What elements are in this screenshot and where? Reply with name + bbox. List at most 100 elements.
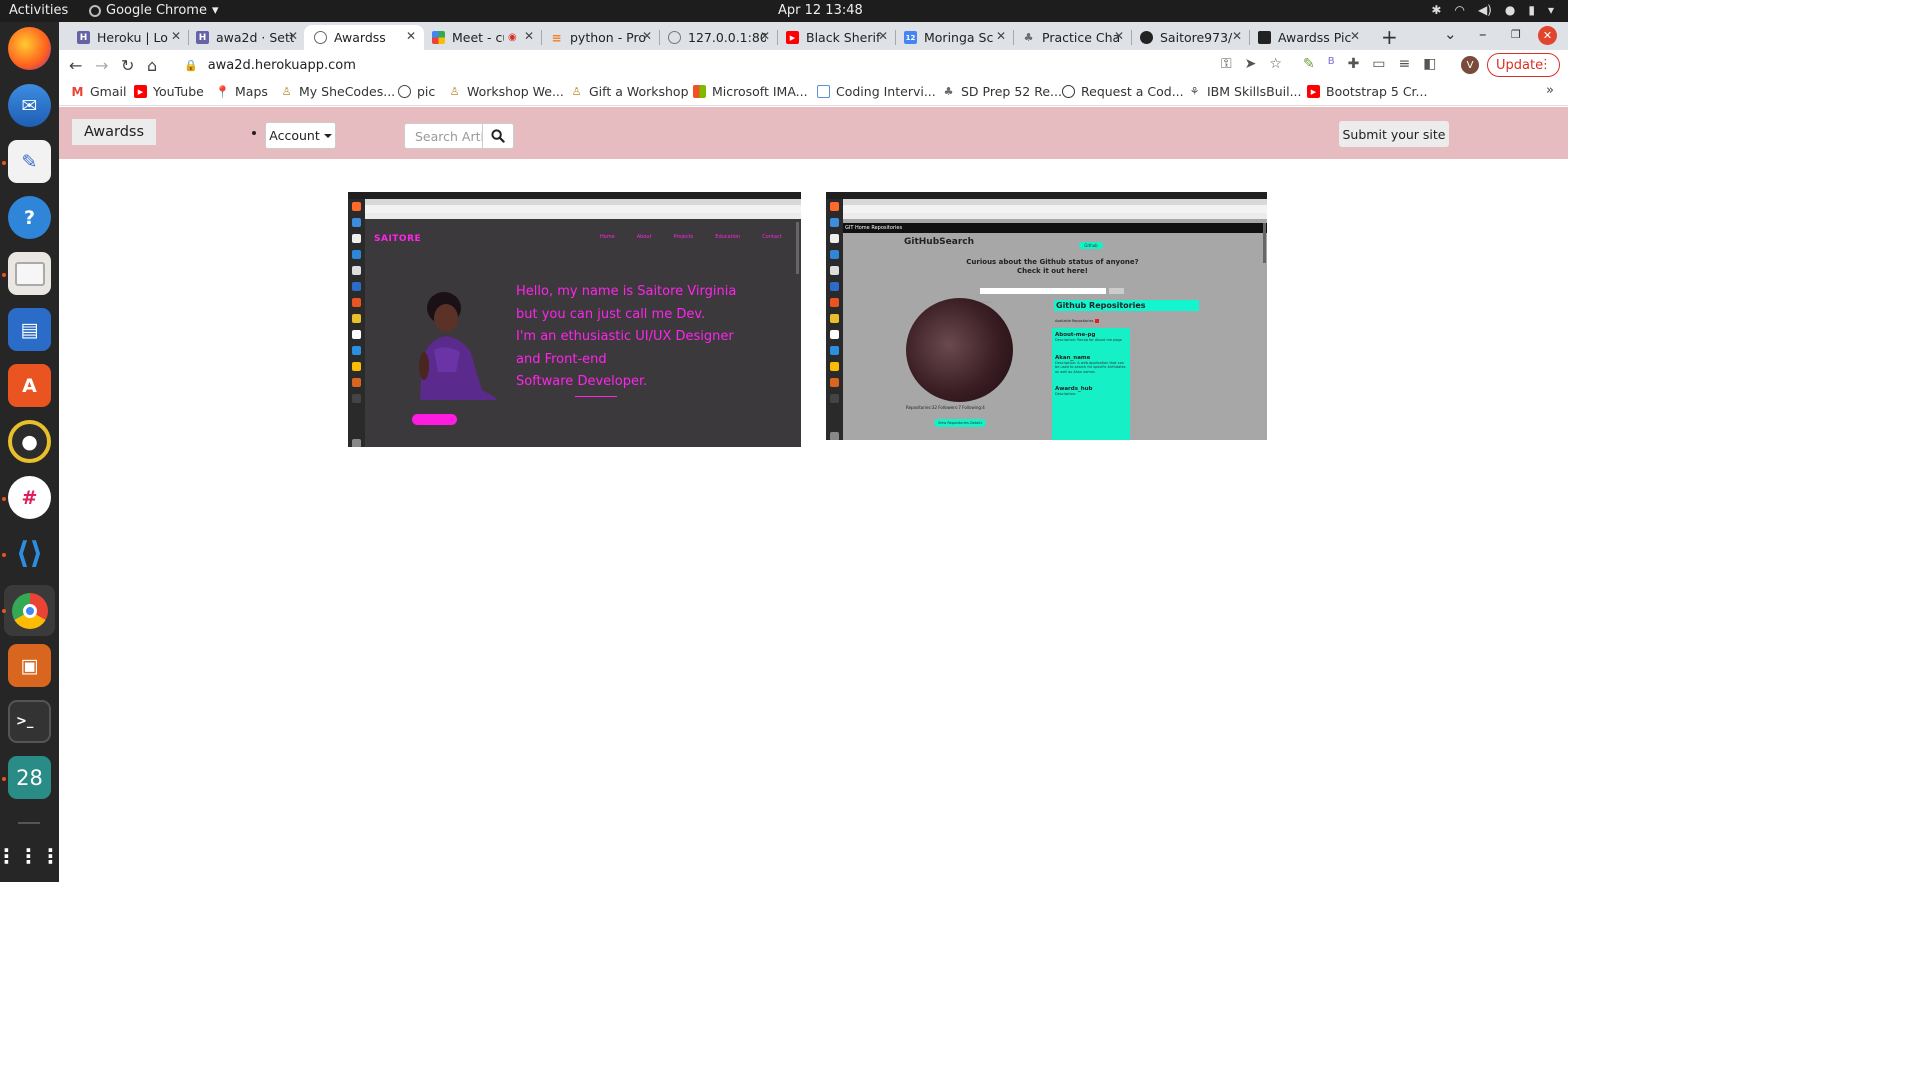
- terminal-icon[interactable]: >_: [8, 700, 51, 743]
- globe-icon: [314, 31, 327, 44]
- tab-awa2d-settings[interactable]: H awa2d · Sett ✕: [186, 25, 306, 50]
- close-icon[interactable]: ✕: [1232, 29, 1242, 43]
- thunderbird-icon[interactable]: ✉: [8, 84, 51, 127]
- tab-title: Black Sherif: [806, 30, 881, 45]
- tab-github[interactable]: Saitore973/ ✕: [1130, 25, 1250, 50]
- back-icon[interactable]: ←: [69, 56, 82, 75]
- close-icon[interactable]: ✕: [171, 29, 181, 43]
- app-center-icon[interactable]: A: [8, 364, 51, 407]
- star-icon[interactable]: ☆: [1269, 56, 1282, 72]
- tab-practice[interactable]: ♣ Practice Cha ✕: [1012, 25, 1132, 50]
- githubsearch-tagline: Curious about the Github status of anyon…: [966, 258, 1139, 276]
- close-icon[interactable]: ✕: [406, 29, 416, 43]
- send-icon[interactable]: ➤: [1245, 56, 1257, 72]
- tab-awardss-pic[interactable]: Awardss Pic ✕: [1248, 25, 1368, 50]
- app-menu[interactable]: Google Chrome ▾: [89, 3, 219, 18]
- thumb-top-bar: [348, 192, 801, 199]
- search-button[interactable]: [482, 123, 514, 149]
- bookmark-microsoft[interactable]: Microsoft IMA...: [693, 84, 808, 99]
- running-indicator: [2, 553, 6, 557]
- slack-icon[interactable]: #: [8, 476, 51, 519]
- close-icon[interactable]: ✕: [878, 29, 888, 43]
- bookmark-request-code[interactable]: Request a Cod...: [1062, 84, 1184, 99]
- account-dropdown[interactable]: Account: [265, 122, 336, 149]
- submit-site-button[interactable]: Submit your site: [1339, 121, 1449, 147]
- bookmark-youtube[interactable]: ▶ YouTube: [134, 84, 204, 99]
- project-card-githubsearch[interactable]: GIT Home Repositories GitHubSearch Githu…: [826, 192, 1267, 440]
- clock[interactable]: Apr 12 13:48: [778, 3, 863, 18]
- close-icon[interactable]: ✕: [996, 29, 1006, 43]
- chrome-icon: [11, 592, 48, 629]
- tab-awardss[interactable]: Awardss ✕: [304, 25, 424, 50]
- youtube-icon: ▶: [786, 31, 799, 44]
- bookmarks-overflow-icon[interactable]: »: [1546, 83, 1554, 98]
- libreoffice-impress-icon[interactable]: ▣: [8, 644, 51, 687]
- close-window-button[interactable]: ✕: [1538, 26, 1557, 45]
- bookmark-coding-interview[interactable]: Coding Intervi...: [817, 84, 936, 99]
- tab-strip: H Heroku | Lo ✕ H awa2d · Sett ✕ Awardss…: [59, 22, 1568, 50]
- close-icon[interactable]: ✕: [524, 29, 534, 43]
- restore-icon[interactable]: ❐: [1511, 28, 1521, 41]
- bookmark-shecodes[interactable]: ♙ My SheCodes...: [280, 84, 396, 99]
- tab-search-chevron-icon[interactable]: ⌄: [1444, 25, 1457, 43]
- search-input[interactable]: [404, 123, 482, 149]
- reload-icon[interactable]: ↻: [121, 56, 134, 75]
- tab-localhost[interactable]: 127.0.0.1:80 ✕: [658, 25, 778, 50]
- show-apps-icon[interactable]: ⋮⋮⋮: [0, 834, 61, 877]
- bookmark-label: SD Prep 52 Re...: [961, 84, 1062, 99]
- bookmark-ibm[interactable]: ⚘ IBM SkillsBuil...: [1188, 84, 1302, 99]
- portfolio-profile-photo: [419, 292, 496, 400]
- thumb-address-bar: [843, 205, 1267, 213]
- extension-b-icon[interactable]: B: [1328, 56, 1335, 72]
- profile-avatar[interactable]: V: [1461, 56, 1479, 74]
- bookmark-label: Microsoft IMA...: [712, 84, 808, 99]
- project-card-saitore-portfolio[interactable]: SAITORE Home About Projects Education Co…: [348, 192, 801, 447]
- rhythmbox-icon[interactable]: ●: [8, 420, 51, 463]
- close-icon[interactable]: ✕: [760, 29, 770, 43]
- close-icon[interactable]: ✕: [1114, 29, 1124, 43]
- address-bar[interactable]: 🔒 awa2d.herokuapp.com: [176, 52, 1316, 78]
- key-icon[interactable]: ⚿: [1221, 56, 1232, 72]
- libreoffice-writer-icon[interactable]: ▤: [8, 308, 51, 351]
- tab-youtube[interactable]: ▶ Black Sherif ✕: [776, 25, 896, 50]
- bookmark-bootstrap[interactable]: ▶ Bootstrap 5 Cr...: [1307, 84, 1427, 99]
- update-button[interactable]: Update ⋮: [1487, 53, 1560, 77]
- tab-heroku[interactable]: H Heroku | Lo ✕: [67, 25, 189, 50]
- extensions-puzzle-icon[interactable]: ✚: [1348, 56, 1360, 72]
- close-icon[interactable]: ✕: [1350, 29, 1360, 43]
- new-tab-button[interactable]: +: [1381, 25, 1398, 49]
- calendar-icon[interactable]: 28: [8, 756, 51, 799]
- close-icon[interactable]: ✕: [288, 29, 298, 43]
- extension-pen-icon[interactable]: ✎: [1303, 56, 1315, 72]
- tab-moringa[interactable]: 12 Moringa Sc ✕: [894, 25, 1014, 50]
- bookmark-gmail[interactable]: M Gmail: [71, 84, 127, 99]
- portfolio-nav-link: About: [636, 234, 652, 240]
- system-tray[interactable]: ✱ ◠ ◀) ● ▮ ▾: [1431, 3, 1554, 17]
- vscode-icon[interactable]: ⟨⟩: [8, 532, 51, 575]
- help-icon[interactable]: ?: [8, 196, 51, 239]
- bookmark-sd-prep[interactable]: ♣ SD Prep 52 Re...: [942, 84, 1062, 99]
- tab-meet[interactable]: Meet - cu ◉ ✕: [422, 25, 542, 50]
- bookmark-maps[interactable]: 📍 Maps: [215, 84, 268, 99]
- intro-line: but you can just call me Dev.: [516, 306, 706, 322]
- minimize-icon[interactable]: –: [1479, 25, 1487, 43]
- globe-icon: [668, 31, 681, 44]
- files-icon[interactable]: [8, 252, 51, 295]
- site-brand[interactable]: Awardss: [72, 119, 156, 145]
- shecodes-icon: ♙: [571, 85, 582, 98]
- bookmark-workshop[interactable]: ♙ Workshop We...: [448, 84, 564, 99]
- side-panel-icon[interactable]: ◧: [1423, 56, 1436, 72]
- cast-icon[interactable]: ▭: [1372, 56, 1385, 72]
- bookmark-pic[interactable]: pic: [398, 84, 435, 99]
- firefox-icon[interactable]: [8, 27, 51, 70]
- close-icon[interactable]: ✕: [642, 29, 652, 43]
- thumb-scrollbar: [796, 222, 799, 274]
- tab-stackoverflow[interactable]: ≡ python - Pro ✕: [540, 25, 660, 50]
- home-icon[interactable]: ⌂: [147, 56, 157, 75]
- bookmark-gift-workshop[interactable]: ♙ Gift a Workshop: [570, 84, 689, 99]
- activities-button[interactable]: Activities: [9, 3, 68, 18]
- forward-icon[interactable]: →: [95, 56, 108, 75]
- text-editor-icon[interactable]: ✎: [8, 140, 51, 183]
- chrome-dock-item[interactable]: [4, 585, 55, 636]
- media-icon[interactable]: ≡: [1399, 56, 1411, 72]
